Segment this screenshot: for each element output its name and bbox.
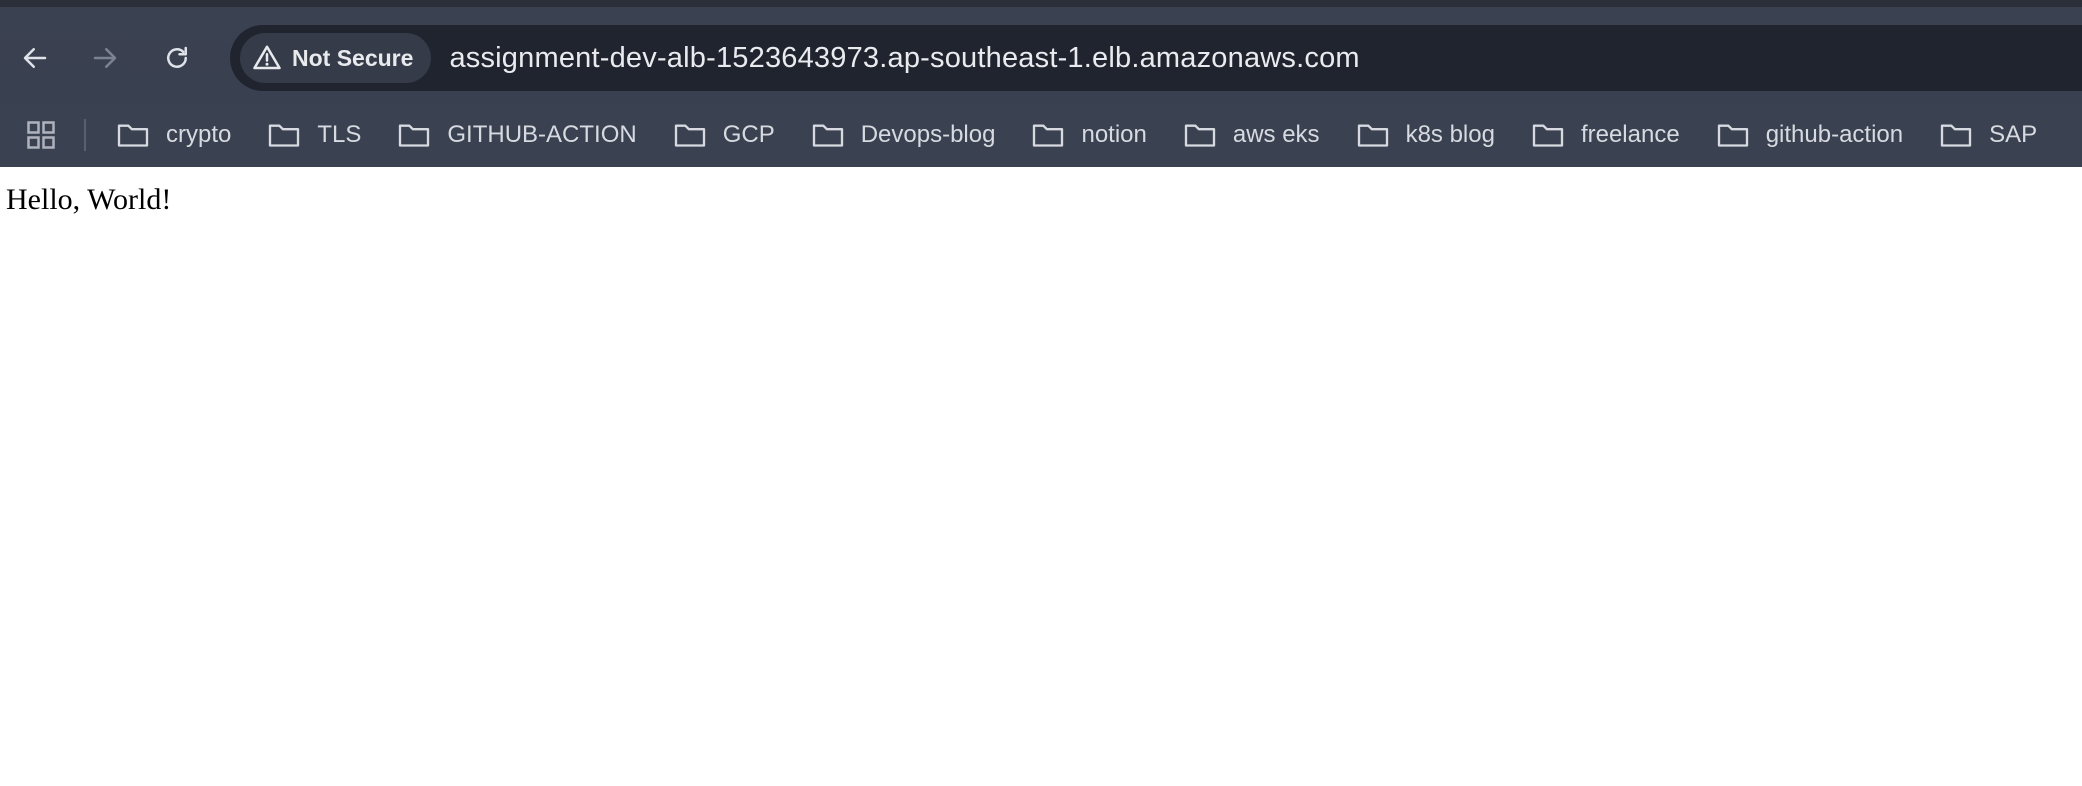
bookmark-label: Devops-blog xyxy=(860,121,996,148)
bookmark-label: GITHUB-ACTION xyxy=(447,121,637,148)
browser-toolbar: Not Secure assignment-dev-alb-1523643973… xyxy=(0,7,2082,103)
folder-icon xyxy=(269,124,300,147)
bookmark-folder[interactable]: k8s blog xyxy=(1356,121,1495,149)
bookmark-folder[interactable]: freelance xyxy=(1531,121,1680,149)
folder-icon xyxy=(1033,124,1064,147)
bookmarks-list: crypto TLS GITHUB-ACTION GCP Devops-blog… xyxy=(116,121,2073,149)
bookmarks-separator xyxy=(84,119,86,151)
url-text[interactable]: assignment-dev-alb-1523643973.ap-southea… xyxy=(449,42,1359,75)
apps-grid-icon[interactable] xyxy=(26,120,56,150)
folder-icon xyxy=(1532,124,1564,147)
tab-strip xyxy=(0,0,2082,7)
bookmarks-bar: crypto TLS GITHUB-ACTION GCP Devops-blog… xyxy=(0,103,2082,167)
bookmark-label: notion xyxy=(1081,121,1147,148)
reload-icon xyxy=(167,46,187,68)
warning-triangle-icon xyxy=(253,45,281,70)
bookmark-folder[interactable]: aws eks xyxy=(1183,121,1320,149)
address-bar[interactable]: Not Secure assignment-dev-alb-1523643973… xyxy=(230,25,2082,91)
folder-icon xyxy=(399,124,430,147)
reload-button[interactable] xyxy=(152,33,202,83)
security-label: Not Secure xyxy=(292,44,414,71)
bookmark-label: TLS xyxy=(317,121,362,148)
page-body-text: Hello, World! xyxy=(6,183,172,216)
folder-icon xyxy=(1717,124,1748,147)
bookmark-folder[interactable]: SAP xyxy=(1939,121,2037,149)
forward-button[interactable] xyxy=(80,33,130,83)
bookmark-label: freelance xyxy=(1580,121,1680,148)
folder-icon xyxy=(812,124,843,147)
bookmark-label: github-action xyxy=(1765,121,1904,148)
security-chip[interactable]: Not Secure xyxy=(240,33,432,83)
back-button[interactable] xyxy=(10,33,60,83)
page-content: Hello, World! xyxy=(0,167,2082,233)
folder-icon xyxy=(1940,124,1972,147)
bookmark-label: k8s blog xyxy=(1405,121,1495,148)
bookmark-folder[interactable]: TLS xyxy=(267,121,361,149)
forward-arrow-icon xyxy=(93,48,117,68)
bookmark-folder[interactable]: crypto xyxy=(116,121,231,149)
bookmark-label: GCP xyxy=(722,121,775,148)
bookmark-folder[interactable]: Devops-blog xyxy=(811,121,996,149)
bookmark-label: aws eks xyxy=(1232,121,1320,148)
bookmark-folder[interactable]: GITHUB-ACTION xyxy=(397,121,637,149)
bookmark-folder[interactable]: GCP xyxy=(673,121,775,149)
folder-icon xyxy=(1357,124,1388,147)
bookmark-label: SAP xyxy=(1989,121,2038,148)
folder-icon xyxy=(1184,124,1216,147)
bookmark-folder[interactable]: notion xyxy=(1031,121,1147,149)
browser-chrome: Not Secure assignment-dev-alb-1523643973… xyxy=(0,0,2082,167)
back-arrow-icon xyxy=(23,48,47,68)
bookmark-folder[interactable]: github-action xyxy=(1716,121,1903,149)
bookmark-label: crypto xyxy=(166,121,232,148)
folder-icon xyxy=(117,124,149,147)
folder-icon xyxy=(674,124,705,147)
